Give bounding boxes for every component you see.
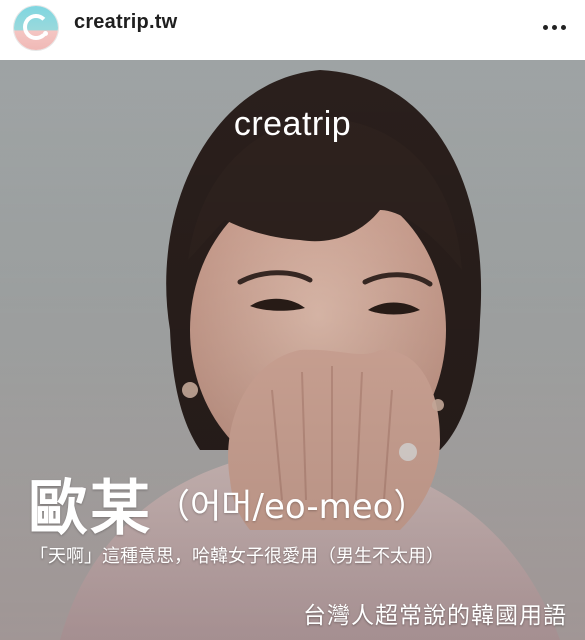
phrase-chinese: 歐某 xyxy=(28,474,152,544)
username-link[interactable]: creatrip.tw xyxy=(74,11,177,34)
creatrip-watermark-logo: creatrip xyxy=(233,105,352,143)
phrase-meaning: 「天啊」這種意思，哈韓女子很愛用（男生不太用） xyxy=(30,546,444,567)
series-tagline: 台灣人超常說的韓國用語 xyxy=(303,603,567,629)
phrase-korean-romanized: （어머/eo-meo） xyxy=(156,487,428,527)
logo-dot xyxy=(43,31,48,36)
more-dot xyxy=(560,24,566,30)
more-options-button[interactable] xyxy=(537,16,571,38)
post-header: creatrip.tw xyxy=(0,0,585,58)
post-image[interactable]: creatrip 歐某 （어머/eo-meo） 「天啊」這種意思，哈韓女子很愛用（… xyxy=(0,60,585,640)
more-options-icon xyxy=(542,24,548,30)
creatrip-logo-icon xyxy=(23,14,49,40)
more-dot xyxy=(551,24,557,30)
phrase-title: 歐某 （어머/eo-meo） xyxy=(28,460,427,547)
avatar[interactable] xyxy=(14,6,58,50)
